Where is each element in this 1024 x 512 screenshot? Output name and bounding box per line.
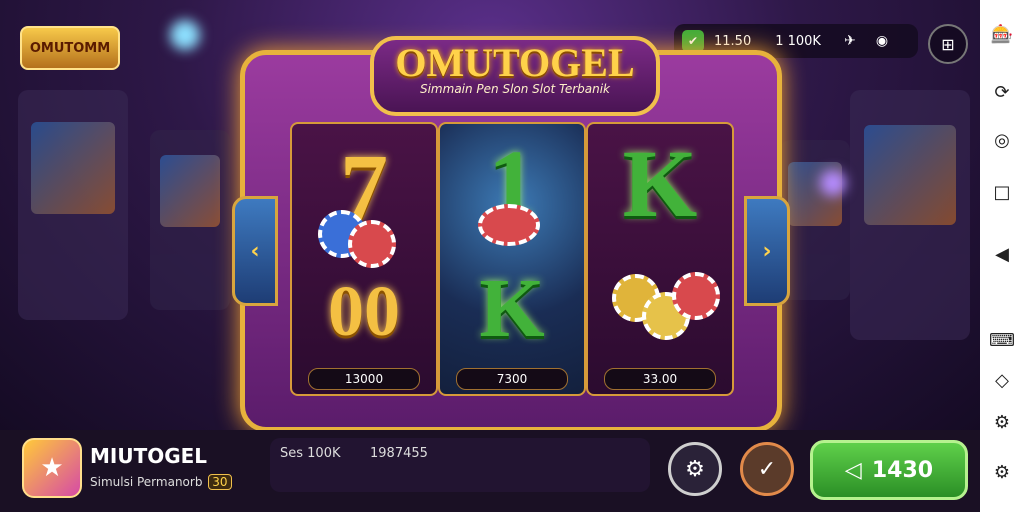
bet-value: 1 100K — [775, 33, 821, 49]
app-subtitle-badge: 30 — [208, 474, 232, 490]
arcade-machine-left-far — [150, 130, 230, 310]
square-icon[interactable]: □ — [990, 180, 1014, 204]
settings-button[interactable]: ⚙ — [668, 442, 722, 496]
stat-b: 1987455 — [370, 446, 428, 461]
app-subtitle-text: Simulsi Permanorb — [90, 475, 203, 489]
chip-icon — [348, 220, 396, 268]
auto-spin-button[interactable]: ✓ — [740, 442, 794, 496]
app-icon[interactable]: ★ — [22, 438, 82, 498]
extension-icon[interactable]: ⚙ — [990, 460, 1014, 484]
gear-icon: ⚙ — [685, 456, 705, 482]
app-name: MIUTOGEL — [90, 444, 208, 468]
check-icon: ✓ — [757, 456, 777, 482]
app-subtitle: Simulsi Permanorb 30 — [90, 474, 232, 490]
keyboard-icon[interactable]: ⌨ — [989, 328, 1015, 352]
chip-icon — [672, 272, 720, 320]
arcade-machine-right — [850, 90, 970, 340]
grid-icon: ⊞ — [941, 34, 955, 54]
reel-symbol-bottom: K — [479, 262, 545, 355]
arcade-machine-left — [18, 90, 128, 320]
machine-title: OMUTOGEL — [395, 40, 635, 85]
app-shortcut-icon[interactable]: 🎰 — [990, 22, 1014, 46]
next-arrow-button[interactable]: › — [744, 196, 790, 306]
right-sidebar: 🎰 ⟳ ◎ □ ◀ ⌨ ◇ ⚙ ⚙ — [980, 0, 1024, 512]
reel-value: 33.00 — [604, 368, 716, 390]
target-icon[interactable]: ◉ — [871, 30, 893, 52]
chip-icon — [478, 204, 540, 246]
arcade-machine-right-far — [780, 140, 850, 300]
reel-1: 7 00 13000 — [290, 122, 438, 396]
refresh-icon[interactable]: ⟳ — [990, 80, 1014, 104]
diamond-icon[interactable]: ◇ — [990, 368, 1014, 392]
reel-symbol-bottom: 00 — [328, 271, 400, 351]
top-logo: OMUTOMM — [20, 26, 120, 70]
reel-symbol-top: K — [622, 130, 698, 237]
volume-icon[interactable]: ◀ — [990, 242, 1014, 266]
spin-button-label: 1430 — [871, 457, 934, 483]
light-glow — [820, 170, 846, 196]
settings-gear-icon[interactable]: ⚙ — [990, 410, 1014, 434]
spin-button[interactable]: ◁ 1430 — [810, 440, 968, 500]
camera-icon[interactable]: ◎ — [990, 128, 1014, 152]
stat-a: Ses 100K — [280, 446, 341, 461]
cash-icon[interactable]: ✔ — [682, 30, 704, 52]
stats-box: Ses 100K 1987455 — [270, 438, 650, 492]
menu-button[interactable]: ⊞ — [928, 24, 968, 64]
reel-2: 1 K 7300 — [438, 122, 586, 396]
prev-arrow-button[interactable]: ‹ — [232, 196, 278, 306]
balance-value: 11.50 — [714, 33, 752, 49]
reel-value: 7300 — [456, 368, 568, 390]
machine-title-plate: OMUTOGEL Simmain Pen Slon Slot Terbanik — [370, 36, 660, 116]
light-glow — [170, 20, 200, 50]
plane-icon[interactable]: ✈ — [839, 30, 861, 52]
reel-value: 13000 — [308, 368, 420, 390]
reel-3: K 33.00 — [586, 122, 734, 396]
megaphone-icon: ◁ — [844, 457, 862, 483]
